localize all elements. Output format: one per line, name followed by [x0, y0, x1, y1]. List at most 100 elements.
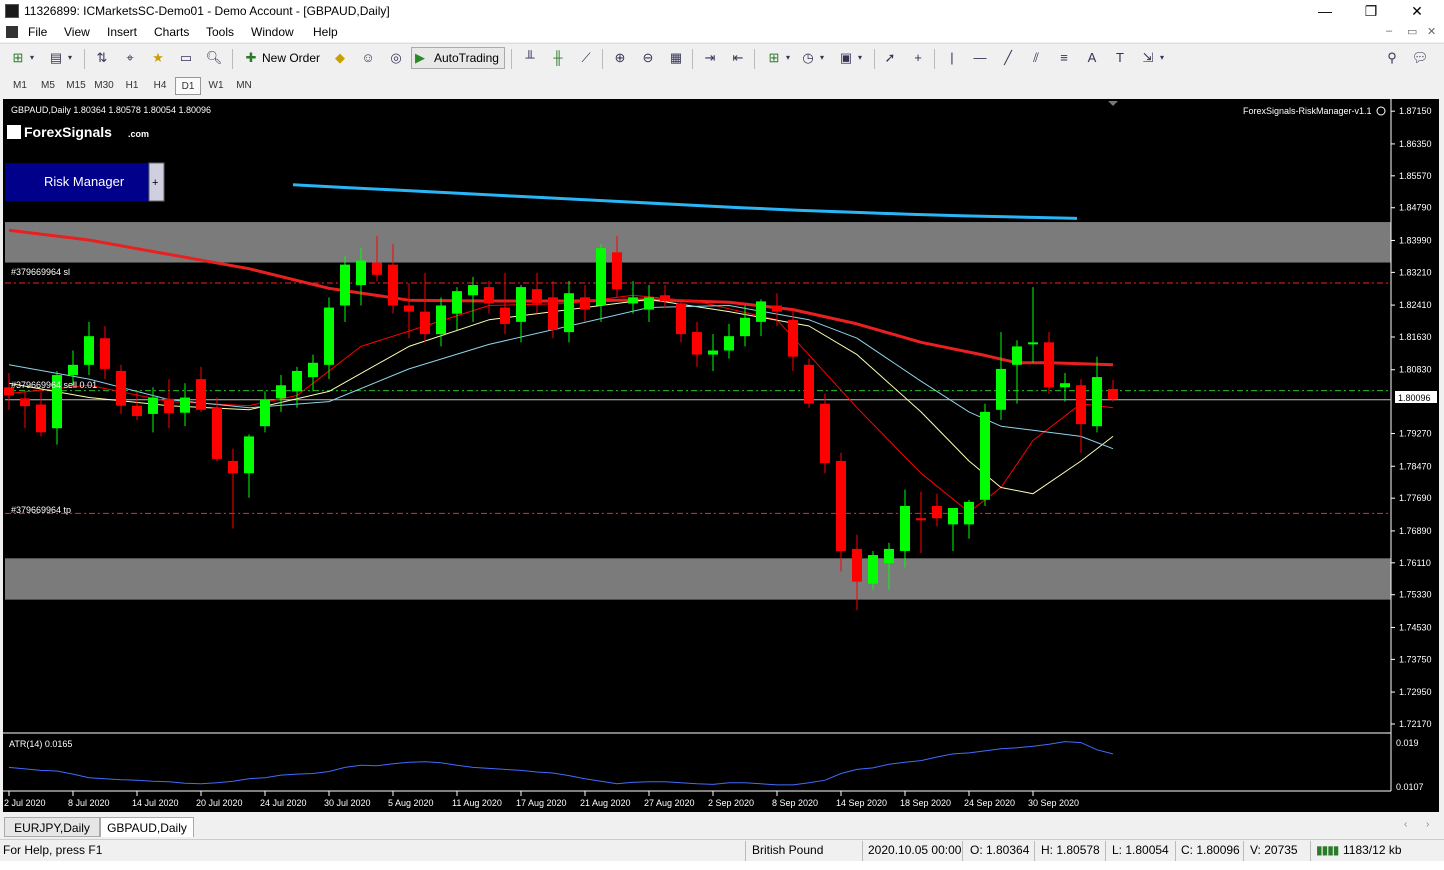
- candle-body: [756, 301, 766, 322]
- menu-tools[interactable]: Tools: [206, 25, 234, 39]
- mdi-minimize-icon[interactable]: –: [1386, 25, 1392, 37]
- menu-bar: File View Insert Charts Tools Window Hel…: [0, 22, 1444, 42]
- price-tick-label: 1.78470: [1399, 461, 1432, 471]
- time-tick-label: 8 Jul 2020: [68, 798, 110, 808]
- zoom-in-icon[interactable]: ⊕: [610, 49, 630, 67]
- chat-icon[interactable]: 💬︎: [1410, 49, 1430, 67]
- new-chart-dropdown-icon[interactable]: ▾: [26, 49, 38, 67]
- chart-shift-icon[interactable]: ⇤: [728, 49, 748, 67]
- indicator-smile-icon: [1376, 106, 1386, 116]
- fibonacci-icon[interactable]: ≡: [1054, 49, 1074, 67]
- status-close: C: 1.80096: [1181, 843, 1240, 857]
- tab-scroll-left-icon[interactable]: ‹: [1404, 819, 1407, 830]
- maximize-button[interactable]: ❐: [1348, 0, 1394, 22]
- signals-icon[interactable]: ☺: [358, 49, 378, 67]
- mdi-restore-icon[interactable]: ▭: [1407, 25, 1417, 38]
- period-m30[interactable]: M30: [91, 77, 117, 95]
- candle-body: [772, 305, 782, 312]
- price-chart[interactable]: 1.87150 1.86350 1.85570 1.84790 1.83990 1.832…: [3, 99, 1439, 812]
- candle-body: [148, 397, 158, 414]
- templates-icon[interactable]: ▣: [836, 49, 856, 67]
- status-separator: [1034, 841, 1035, 861]
- profiles-dropdown-icon[interactable]: ▾: [64, 49, 76, 67]
- market-watch-icon[interactable]: ⇅: [92, 49, 112, 67]
- order-label: #379669964 sell 0.01: [11, 380, 97, 390]
- ma-fast-yellow-line: [8, 298, 1114, 495]
- autotrading-button[interactable]: ▶ AutoTrading: [411, 47, 505, 69]
- autoscroll-icon[interactable]: ⇥: [700, 49, 720, 67]
- document-icon[interactable]: [6, 26, 18, 38]
- new-chart-icon[interactable]: ⊞: [8, 49, 28, 67]
- menu-help[interactable]: Help: [313, 25, 338, 39]
- period-h4[interactable]: H4: [147, 77, 173, 95]
- vertical-line-icon[interactable]: |: [942, 49, 962, 67]
- text-icon[interactable]: A: [1082, 49, 1102, 67]
- period-w1[interactable]: W1: [203, 77, 229, 95]
- chart-window[interactable]: 1.87150 1.86350 1.85570 1.84790 1.83990 1.832…: [3, 99, 1439, 812]
- tile-windows-icon[interactable]: ▦: [666, 49, 686, 67]
- price-tick-label: 1.75330: [1399, 590, 1432, 600]
- crosshair-icon[interactable]: +: [908, 49, 928, 67]
- candle-body: [596, 248, 606, 306]
- bar-chart-icon[interactable]: ╨: [520, 49, 540, 67]
- autotrading-label: AutoTrading: [434, 51, 499, 65]
- templates-dropdown-icon[interactable]: ▾: [854, 49, 866, 67]
- close-button[interactable]: ✕: [1394, 0, 1440, 22]
- tab-eurjpy[interactable]: EURJPY,Daily: [4, 817, 100, 837]
- status-separator: [862, 841, 863, 861]
- periods-icon[interactable]: ◷: [798, 49, 818, 67]
- data-window-icon[interactable]: ⌖: [120, 49, 140, 67]
- current-price-label: 1.80096: [1398, 393, 1431, 403]
- line-chart-icon[interactable]: ⟋: [576, 49, 596, 67]
- period-mn[interactable]: MN: [231, 77, 257, 95]
- metaeditor-icon[interactable]: ◆: [330, 49, 350, 67]
- period-m5[interactable]: M5: [35, 77, 61, 95]
- indicators-icon[interactable]: ⊞: [764, 49, 784, 67]
- candle-body: [612, 252, 622, 290]
- new-order-button[interactable]: New Order: [262, 49, 320, 67]
- menu-window[interactable]: Window: [251, 25, 294, 39]
- title-bar: 11326899: ICMarketsSC-Demo01 - Demo Acco…: [0, 0, 1444, 22]
- mdi-close-icon[interactable]: ✕: [1427, 25, 1436, 38]
- period-m15[interactable]: M15: [63, 77, 89, 95]
- profiles-icon[interactable]: ▤: [46, 49, 66, 67]
- candle-body: [196, 379, 206, 410]
- menu-insert[interactable]: Insert: [107, 25, 137, 39]
- status-volume: V: 20735: [1250, 843, 1298, 857]
- zoom-out-icon[interactable]: ⊖: [638, 49, 658, 67]
- equidistant-channel-icon[interactable]: ⫽: [1026, 49, 1046, 67]
- candlestick-icon[interactable]: ╫: [548, 49, 568, 67]
- candle-body: [884, 548, 894, 564]
- sr-zone: [5, 222, 1391, 263]
- arrows-dropdown-icon[interactable]: ▾: [1156, 49, 1168, 67]
- periods-dropdown-icon[interactable]: ▾: [816, 49, 828, 67]
- minimize-button[interactable]: —: [1302, 0, 1348, 22]
- terminal-icon[interactable]: ▭: [176, 49, 196, 67]
- menu-charts[interactable]: Charts: [154, 25, 189, 39]
- search-icon[interactable]: ⚲: [1382, 49, 1402, 67]
- candle-body: [948, 508, 958, 525]
- indicators-dropdown-icon[interactable]: ▾: [782, 49, 794, 67]
- status-high: H: 1.80578: [1041, 843, 1100, 857]
- tab-gbpaud[interactable]: GBPAUD,Daily: [100, 817, 194, 837]
- tab-scroll-right-icon[interactable]: ›: [1426, 819, 1429, 830]
- time-tick-label: 8 Sep 2020: [772, 798, 818, 808]
- status-separator: [1310, 841, 1311, 861]
- trendline-icon[interactable]: ╱: [998, 49, 1018, 67]
- period-m1[interactable]: M1: [7, 77, 33, 95]
- periods-toolbar: M1 M5 M15 M30 H1 H4 D1 W1 MN: [0, 73, 1444, 98]
- horizontal-line-icon[interactable]: —: [970, 49, 990, 67]
- navigator-icon[interactable]: ★: [148, 49, 168, 67]
- arrows-icon[interactable]: ⇲: [1138, 49, 1158, 67]
- market-icon[interactable]: ◎: [386, 49, 406, 67]
- text-label-icon[interactable]: T: [1110, 49, 1130, 67]
- menu-file[interactable]: File: [28, 25, 47, 39]
- strategy-tester-icon[interactable]: 🔍︎: [204, 49, 224, 67]
- menu-view[interactable]: View: [64, 25, 90, 39]
- cursor-icon[interactable]: ➚: [880, 49, 900, 67]
- period-h1[interactable]: H1: [119, 77, 145, 95]
- new-order-icon[interactable]: ✚: [241, 49, 261, 67]
- candle-body: [84, 336, 94, 365]
- price-tick-label: 1.83210: [1399, 267, 1432, 277]
- period-d1[interactable]: D1: [175, 77, 201, 95]
